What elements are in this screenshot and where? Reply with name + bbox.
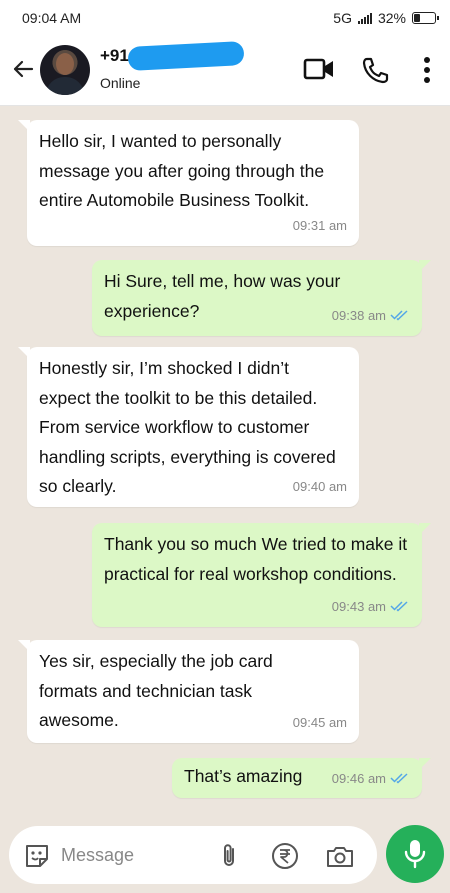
message-meta: 09:46 am: [332, 764, 410, 794]
more-options-icon[interactable]: [420, 56, 434, 84]
network-type: 5G: [333, 10, 352, 26]
message-time: 09:31 am: [292, 217, 347, 233]
status-indicators: 5G 32%: [333, 10, 439, 26]
redaction-mark: [127, 40, 245, 72]
read-ticks-icon: [390, 601, 408, 612]
bubble-tail: [18, 120, 30, 132]
message-time: 09:46 am: [331, 770, 386, 786]
voice-message-button[interactable]: [386, 825, 444, 883]
battery-icon: [412, 12, 439, 24]
battery-fill: [414, 14, 421, 22]
message-time: 09:43 am: [331, 598, 386, 614]
video-call-icon[interactable]: [303, 56, 335, 82]
message-input[interactable]: Message: [61, 845, 134, 866]
contact-name[interactable]: +91: [100, 46, 129, 66]
message-bubble-outgoing[interactable]: Thank you so much We tried to make it pr…: [92, 523, 431, 627]
message-bubble-outgoing[interactable]: Hi Sure, tell me, how was your experienc…: [92, 260, 431, 336]
bubble-tail: [419, 758, 431, 770]
attachment-icon[interactable]: [218, 842, 240, 870]
message-meta: 09:45 am: [293, 708, 347, 738]
message-bubble-outgoing[interactable]: That’s amazing 09:46 am: [172, 758, 431, 798]
message-bubble-incoming[interactable]: Honestly sir, I’m shocked I didn’t expec…: [18, 347, 359, 507]
back-arrow-icon[interactable]: [10, 56, 36, 82]
emoji-sticker-icon[interactable]: [23, 842, 51, 870]
message-bubble-incoming[interactable]: Hello sir, I wanted to personally messag…: [18, 120, 359, 246]
microphone-icon: [404, 840, 426, 869]
voice-call-icon[interactable]: [361, 56, 389, 84]
message-time: 09:45 am: [292, 714, 347, 730]
read-ticks-icon: [390, 773, 408, 784]
bubble-tail: [18, 347, 30, 359]
read-ticks-icon: [390, 310, 408, 321]
avatar[interactable]: [40, 45, 90, 95]
camera-icon[interactable]: [325, 842, 355, 870]
message-time: 09:40 am: [292, 478, 347, 494]
status-bar: 09:04 AM 5G 32%: [0, 0, 450, 34]
bubble-tail: [419, 523, 431, 535]
payment-rupee-icon[interactable]: [271, 842, 299, 870]
contact-status: Online: [100, 75, 141, 91]
message-bubble-incoming[interactable]: Yes sir, especially the job card formats…: [18, 640, 359, 743]
chat-header: +91 Online: [0, 34, 450, 106]
bubble-tail: [419, 260, 431, 272]
bubble-tail: [18, 640, 30, 652]
message-text: Hello sir, I wanted to personally messag…: [39, 131, 325, 210]
message-meta: 09:43 am: [332, 592, 410, 622]
status-time: 09:04 AM: [22, 10, 82, 26]
avatar-face: [56, 53, 74, 75]
chat-area[interactable]: Hello sir, I wanted to personally messag…: [0, 106, 450, 819]
message-input-bar[interactable]: Message: [9, 826, 377, 884]
signal-icon: [357, 12, 372, 24]
message-text: Thank you so much We tried to make it pr…: [104, 534, 408, 584]
avatar-body: [46, 77, 84, 95]
battery-percent: 32%: [377, 10, 406, 26]
message-meta: 09:31 am: [293, 211, 347, 241]
message-time: 09:38 am: [331, 307, 386, 323]
message-meta: 09:38 am: [332, 301, 410, 331]
message-meta: 09:40 am: [293, 472, 347, 502]
